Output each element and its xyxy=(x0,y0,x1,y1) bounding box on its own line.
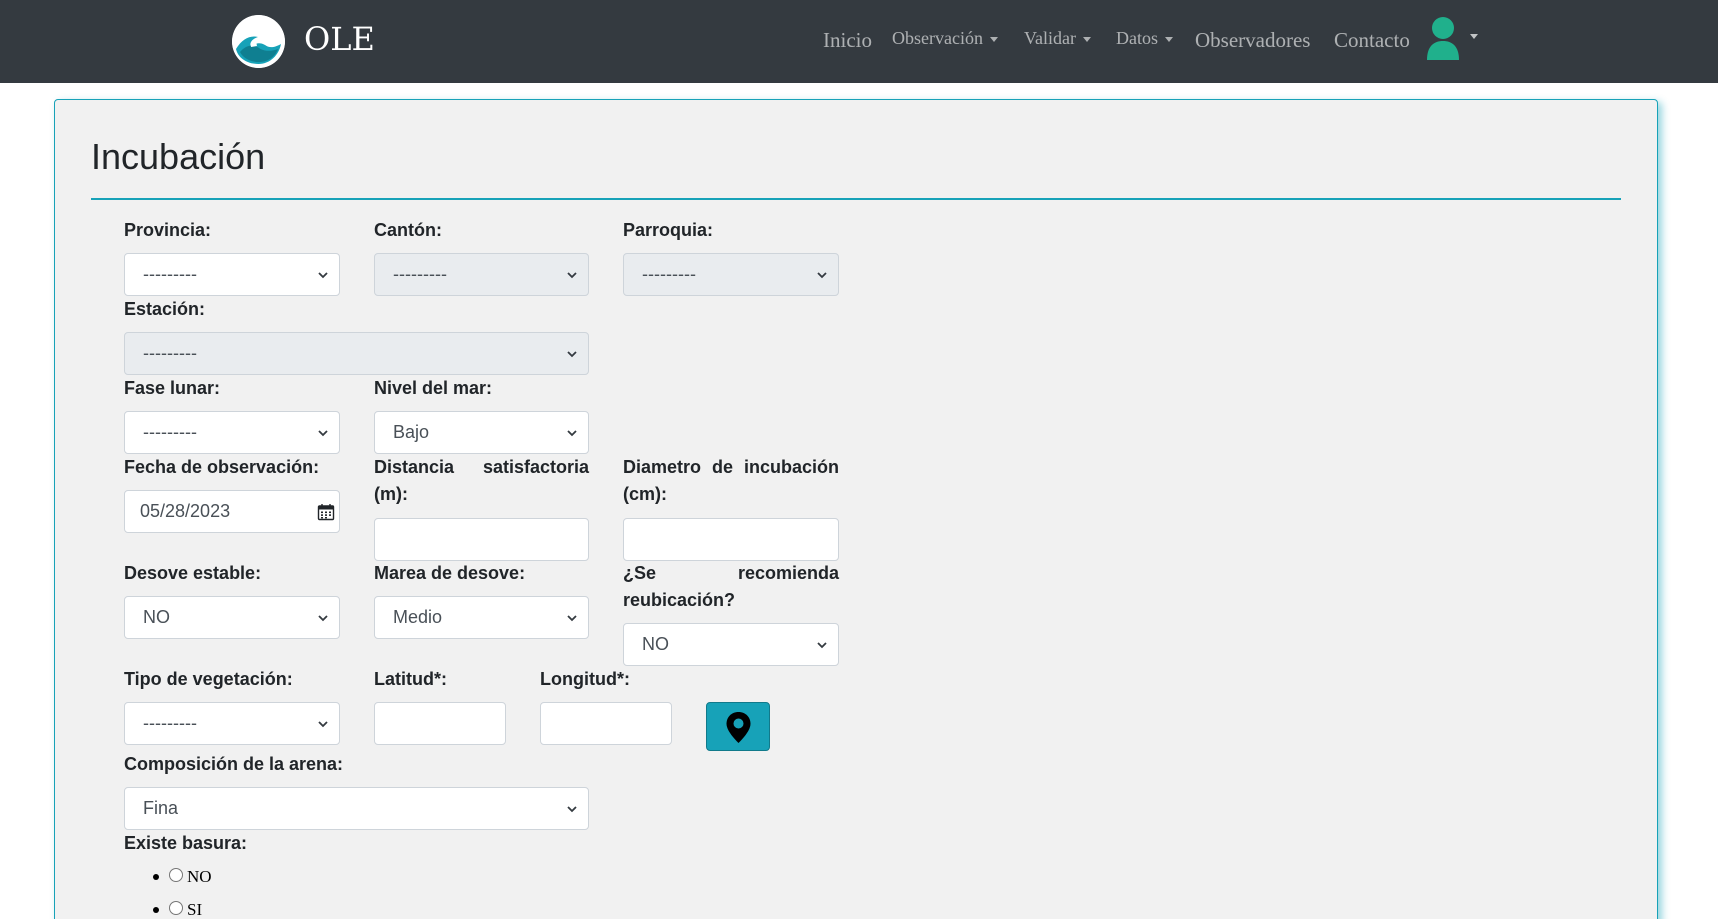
chevron-down-icon xyxy=(817,272,827,279)
fecha-input[interactable]: 05/28/2023 xyxy=(124,490,340,533)
nav-observadores[interactable]: Observadores xyxy=(1195,28,1310,53)
marea-desove-value: Medio xyxy=(393,607,443,627)
parroquia-value: --------- xyxy=(642,264,696,284)
fase-lunar-select[interactable]: --------- xyxy=(124,411,340,454)
fecha-label: Fecha de observación: xyxy=(124,457,320,477)
arena-value: Fina xyxy=(143,798,179,818)
arena-label: Composición de la arena: xyxy=(124,754,344,774)
locate-on-map-button[interactable] xyxy=(706,702,770,751)
chevron-down-icon xyxy=(318,721,328,728)
caret-down-icon xyxy=(1165,37,1173,43)
basura-si-label[interactable]: SI xyxy=(187,900,202,919)
fase-lunar-label: Fase lunar: xyxy=(124,378,221,398)
nivel-mar-value: Bajo xyxy=(393,422,430,442)
distancia-input[interactable] xyxy=(374,518,589,561)
marea-desove-select[interactable]: Medio xyxy=(374,596,589,639)
desove-estable-label: Desove estable: xyxy=(124,563,262,583)
canton-value: --------- xyxy=(393,264,447,284)
chevron-down-icon xyxy=(567,615,577,622)
chevron-down-icon xyxy=(318,615,328,622)
longitud-label: Longitud*: xyxy=(540,669,630,689)
distancia-label-line1: Distancia satisfactoria xyxy=(374,457,589,477)
user-menu-caret-icon[interactable] xyxy=(1470,34,1478,39)
nivel-mar-select[interactable]: Bajo xyxy=(374,411,589,454)
estacion-label: Estación: xyxy=(124,299,206,319)
navbar: OLE Inicio Observación Validar Datos Obs… xyxy=(0,0,1718,83)
parroquia-select[interactable]: --------- xyxy=(623,253,839,296)
chevron-down-icon xyxy=(567,272,577,279)
nav-inicio[interactable]: Inicio xyxy=(823,28,872,53)
chevron-down-icon xyxy=(817,642,827,649)
calendar-icon[interactable] xyxy=(317,503,335,521)
marea-desove-label: Marea de desove: xyxy=(374,563,526,583)
page-title: Incubación xyxy=(91,136,266,177)
nav-observacion[interactable]: Observación xyxy=(892,28,998,49)
list-bullet xyxy=(153,907,159,913)
chevron-down-icon xyxy=(567,806,577,813)
estacion-value: --------- xyxy=(143,343,197,363)
latitud-input[interactable] xyxy=(374,702,506,745)
ole-logo-icon[interactable] xyxy=(232,15,285,68)
desove-estable-select[interactable]: NO xyxy=(124,596,340,639)
basura-no-radio[interactable] xyxy=(169,868,183,882)
diametro-input[interactable] xyxy=(623,518,839,561)
vegetacion-select[interactable]: --------- xyxy=(124,702,340,745)
provincia-value: --------- xyxy=(143,264,197,284)
brand-name[interactable]: OLE xyxy=(304,20,375,58)
reubicacion-value: NO xyxy=(642,634,669,654)
basura-si-radio[interactable] xyxy=(169,901,183,915)
fase-lunar-value: --------- xyxy=(143,422,197,442)
nav-validar[interactable]: Validar xyxy=(1024,28,1091,49)
desove-estable-value: NO xyxy=(143,607,170,627)
basura-no-label[interactable]: NO xyxy=(187,867,212,887)
canton-label: Cantón: xyxy=(374,220,442,240)
nivel-mar-label: Nivel del mar: xyxy=(374,378,493,398)
user-icon[interactable] xyxy=(1425,16,1461,60)
reubicacion-label-line1: ¿Se recomienda xyxy=(623,563,839,583)
basura-label: Existe basura: xyxy=(124,833,248,853)
caret-down-icon xyxy=(989,37,998,43)
diametro-label-line2: (cm): xyxy=(623,484,667,504)
vegetacion-value: --------- xyxy=(143,713,197,733)
provincia-select[interactable]: --------- xyxy=(124,253,340,296)
latitud-label: Latitud*: xyxy=(374,669,447,689)
chevron-down-icon xyxy=(318,430,328,437)
title-divider xyxy=(91,198,1621,200)
parroquia-label: Parroquia: xyxy=(623,220,714,240)
arena-select[interactable]: Fina xyxy=(124,787,589,830)
chevron-down-icon xyxy=(318,272,328,279)
fecha-value: 05/28/2023 xyxy=(140,501,231,521)
nav-contacto[interactable]: Contacto xyxy=(1334,28,1410,53)
chevron-down-icon xyxy=(567,430,577,437)
list-bullet xyxy=(153,874,159,880)
nav-datos[interactable]: Datos xyxy=(1116,28,1173,49)
chevron-down-icon xyxy=(567,351,577,358)
provincia-label: Provincia: xyxy=(124,220,212,240)
map-marker-icon xyxy=(726,712,751,743)
canton-select[interactable]: --------- xyxy=(374,253,589,296)
reubicacion-label-line2: reubicación? xyxy=(623,590,736,610)
distancia-label-line2: (m): xyxy=(374,484,408,504)
reubicacion-select[interactable]: NO xyxy=(623,623,839,666)
diametro-label-line1: Diametro de incubación xyxy=(623,457,839,477)
vegetacion-label: Tipo de vegetación: xyxy=(124,669,293,689)
caret-down-icon xyxy=(1082,37,1091,43)
longitud-input[interactable] xyxy=(540,702,672,745)
estacion-select[interactable]: --------- xyxy=(124,332,589,375)
